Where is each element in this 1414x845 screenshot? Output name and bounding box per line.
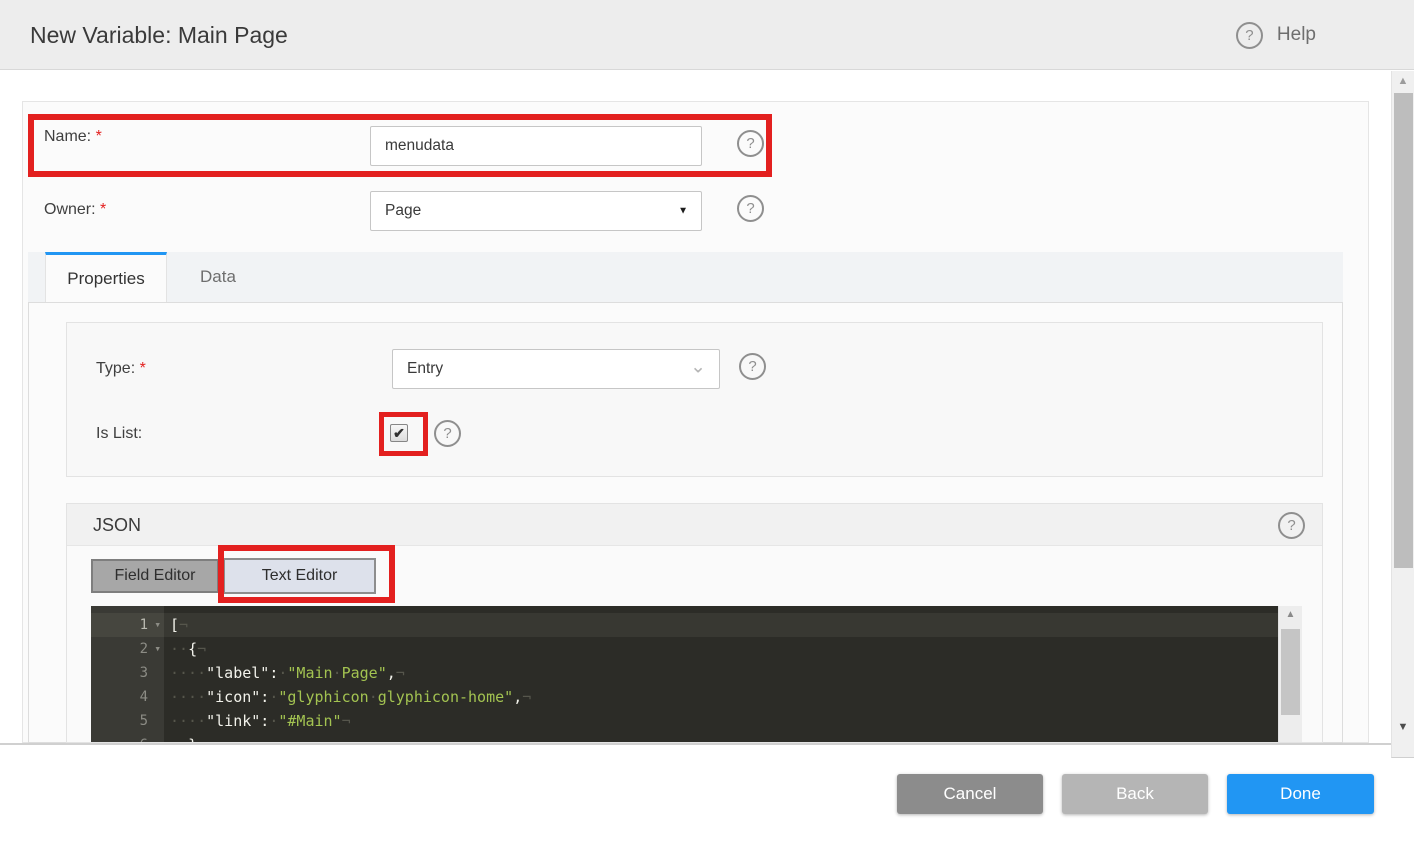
editor-line-number: 4 xyxy=(139,689,148,705)
is-list-label: Is List: xyxy=(96,425,143,442)
fold-caret-icon[interactable]: ▾ xyxy=(154,613,161,637)
editor-line-number: 5 xyxy=(139,713,148,729)
owner-select[interactable]: Page ▼ xyxy=(370,191,702,231)
window-scrollbar[interactable]: ▲ ▼ xyxy=(1391,71,1414,758)
text-editor-button[interactable]: Text Editor xyxy=(223,558,376,594)
editor-line-number: 1 ▾ xyxy=(91,613,164,637)
json-panel-header: JSON ? xyxy=(67,504,1322,546)
is-list-help-icon[interactable]: ? xyxy=(434,420,461,447)
required-asterisk: * xyxy=(100,201,107,218)
editor-scrollbar[interactable]: ▲ xyxy=(1278,606,1302,742)
type-fieldset xyxy=(66,322,1323,477)
json-panel: JSON ? Field Editor Text Editor 1▾2▾ 3 4 5 6… xyxy=(66,503,1323,743)
chevron-down-icon: ⌄ xyxy=(690,356,706,378)
checkmark-icon: ✔ xyxy=(393,425,405,441)
required-asterisk: * xyxy=(139,360,146,377)
page-title: New Variable: Main Page xyxy=(30,22,288,48)
back-button[interactable]: Back xyxy=(1062,774,1208,814)
editor-code-line[interactable]: ····"icon":·"glyphicon·glyphicon-home",¬ xyxy=(164,685,1278,709)
name-input[interactable] xyxy=(370,126,702,166)
editor-code-line[interactable]: ··{¬ xyxy=(164,637,1278,661)
editor-scrollbar-thumb[interactable] xyxy=(1281,629,1300,715)
owner-select-value: Page xyxy=(385,202,422,219)
tab-properties[interactable]: Properties xyxy=(45,252,167,302)
type-select[interactable]: Entry ⌄ xyxy=(392,349,720,389)
help-icon: ? xyxy=(1235,21,1263,49)
required-asterisk: * xyxy=(95,128,102,145)
field-editor-button[interactable]: Field Editor xyxy=(91,559,219,593)
type-select-value: Entry xyxy=(407,360,444,377)
editor-code: [¬ ··{¬ ····"label":·"Main·Page",¬ ····"ico… xyxy=(164,613,1278,742)
owner-label: Owner: * xyxy=(44,201,107,218)
help-label: Help xyxy=(1276,24,1316,45)
editor-code-line[interactable]: ··} xyxy=(164,733,1278,742)
editor-line-number: 6 xyxy=(91,733,164,742)
dialog-header: New Variable: Main Page ? Help xyxy=(0,0,1414,70)
editor-gutter: 1▾2▾ 3 4 5 6 xyxy=(91,606,164,742)
editor-line-number: 3 xyxy=(139,665,148,681)
editor-line-number: 2 ▾ xyxy=(91,637,164,661)
name-help-icon[interactable]: ? xyxy=(737,130,764,157)
help-button[interactable]: ? Help xyxy=(1235,0,1316,70)
type-label: Type: * xyxy=(96,360,146,377)
editor-code-line[interactable]: ····"label":·"Main·Page",¬ xyxy=(164,661,1278,685)
scroll-up-icon[interactable]: ▲ xyxy=(1279,609,1302,620)
json-code-editor[interactable]: 1▾2▾ 3 4 5 6 [¬··{¬····"label":·"Main·Page",… xyxy=(91,606,1278,742)
tab-bar: Properties Data xyxy=(28,252,1343,302)
name-label: Name: * xyxy=(44,128,102,145)
type-help-icon[interactable]: ? xyxy=(739,353,766,380)
tab-data[interactable]: Data xyxy=(167,252,269,302)
window-scrollbar-thumb[interactable] xyxy=(1394,93,1413,568)
editor-code-line[interactable]: ····"link":·"#Main"¬ xyxy=(164,709,1278,733)
json-panel-title: JSON xyxy=(93,515,142,535)
scroll-down-icon[interactable]: ▼ xyxy=(1392,721,1414,733)
done-button[interactable]: Done xyxy=(1227,774,1374,814)
dropdown-arrow-icon: ▼ xyxy=(678,205,688,217)
fold-caret-icon[interactable]: ▾ xyxy=(154,637,161,661)
json-help-icon[interactable]: ? xyxy=(1278,512,1305,539)
is-list-checkbox[interactable]: ✔ xyxy=(390,424,408,442)
owner-help-icon[interactable]: ? xyxy=(737,195,764,222)
scroll-up-icon[interactable]: ▲ xyxy=(1392,75,1414,87)
content-footer-divider xyxy=(0,743,1391,745)
editor-code-line[interactable]: [¬ xyxy=(164,613,1278,637)
cancel-button[interactable]: Cancel xyxy=(897,774,1043,814)
